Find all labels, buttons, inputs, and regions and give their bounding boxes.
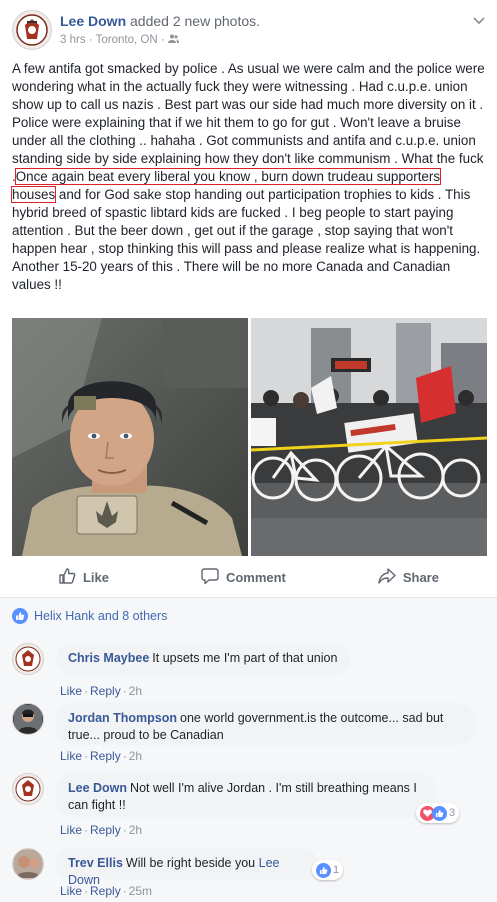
commenter-avatar[interactable]: [12, 643, 44, 675]
comment-reactions[interactable]: 3: [416, 803, 460, 823]
commenter-name[interactable]: Chris Maybee: [68, 651, 149, 665]
commenter-name[interactable]: Jordan Thompson: [68, 711, 177, 725]
comments-section: Chris Maybee It upsets me I'm part of tha…: [0, 633, 497, 902]
friends-icon: [167, 34, 179, 46]
author-name[interactable]: Lee Down: [60, 13, 126, 29]
comment-bubble: Lee Down Not well I'm alive Jordan . I'm …: [56, 773, 436, 817]
post-meta: 3 hrs · Toronto, ON ·: [60, 34, 179, 46]
comment-time[interactable]: 2h: [129, 684, 142, 698]
commenter-avatar[interactable]: [12, 848, 44, 880]
commenter-name[interactable]: Trev Ellis: [68, 856, 123, 870]
comment-item: Chris Maybee It upsets me I'm part of tha…: [12, 643, 485, 703]
comment-actions: Like · Reply · 2h: [60, 749, 143, 763]
comment-bubble: Chris Maybee It upsets me I'm part of tha…: [56, 643, 350, 675]
author-avatar[interactable]: [12, 10, 52, 50]
meta-separator: ·: [88, 34, 93, 46]
share-label: Share: [402, 569, 439, 585]
post-text-part2: and for God sake stop handing out partic…: [12, 187, 481, 292]
comment-time[interactable]: 2h: [129, 823, 142, 837]
comment-item: Lee Down Not well I'm alive Jordan . I'm …: [12, 773, 485, 845]
comment-reply-link[interactable]: Reply: [90, 684, 121, 698]
thumbs-up-icon: [58, 567, 76, 588]
comment-time[interactable]: 2h: [129, 749, 142, 763]
post-location[interactable]: Toronto, ON: [96, 34, 158, 46]
reactions-summary[interactable]: Helix Hank and 8 others: [0, 597, 497, 633]
post-header: Lee Down added 2 new photos. 3 hrs · Tor…: [12, 10, 485, 52]
chevron-down-icon[interactable]: [473, 14, 485, 28]
comment-like-link[interactable]: Like: [60, 823, 82, 837]
comment-time[interactable]: 25m: [129, 884, 152, 898]
photo-selfie[interactable]: [12, 318, 248, 556]
comment-bubble: Trev Ellis Will be right beside you Lee D…: [56, 848, 318, 887]
like-reaction-icon: [316, 862, 331, 878]
commenter-avatar[interactable]: [12, 773, 44, 805]
reaction-count: 1: [333, 864, 340, 876]
comment-like-link[interactable]: Like: [60, 684, 82, 698]
commenter-name[interactable]: Lee Down: [68, 781, 127, 795]
comment-reply-link[interactable]: Reply: [90, 823, 121, 837]
facebook-post: Lee Down added 2 new photos. 3 hrs · Tor…: [0, 0, 497, 902]
comment-bubble-icon: [201, 567, 219, 588]
comment-reply-link[interactable]: Reply: [90, 884, 121, 898]
comment-label: Comment: [225, 569, 286, 585]
like-reaction-icon: [432, 805, 447, 821]
post-text: A few antifa got smacked by police . As …: [10, 60, 486, 294]
comment-text: It upsets me I'm part of that union: [152, 651, 338, 665]
comment-item: Jordan Thompson one world government.is t…: [12, 703, 485, 775]
comment-bubble: Jordan Thompson one world government.is t…: [56, 703, 476, 745]
reactions-text[interactable]: Helix Hank and 8 others: [34, 609, 167, 623]
commenter-avatar[interactable]: [12, 703, 44, 735]
share-button[interactable]: Share: [378, 567, 439, 588]
post-text-part1: A few antifa got smacked by police . As …: [12, 61, 485, 184]
like-label: Like: [82, 569, 109, 585]
author-line: Lee Down added 2 new photos.: [60, 13, 260, 29]
post-time[interactable]: 3 hrs: [60, 34, 86, 46]
meta-separator: ·: [160, 34, 165, 46]
comment-like-link[interactable]: Like: [60, 749, 82, 763]
comment-actions: Like · Reply · 2h: [60, 684, 143, 698]
post-actions: Like Comment Share: [12, 560, 485, 594]
share-arrow-icon: [378, 567, 396, 588]
reaction-count: 3: [449, 807, 456, 819]
comment-actions: Like · Reply · 25m: [60, 884, 153, 898]
like-button[interactable]: Like: [58, 567, 109, 588]
like-reaction-icon: [12, 607, 28, 624]
comment-text: Will be right beside you: [125, 856, 256, 870]
comment-actions: Like · Reply · 2h: [60, 823, 143, 837]
post-action: added 2 new photos.: [130, 13, 261, 29]
comment-reactions[interactable]: 1: [312, 860, 344, 880]
comment-like-link[interactable]: Like: [60, 884, 82, 898]
comment-button[interactable]: Comment: [201, 567, 286, 588]
comment-reply-link[interactable]: Reply: [90, 749, 121, 763]
photo-protest[interactable]: [251, 318, 487, 556]
comment-item: Trev Ellis Will be right beside you Lee D…: [12, 848, 485, 898]
